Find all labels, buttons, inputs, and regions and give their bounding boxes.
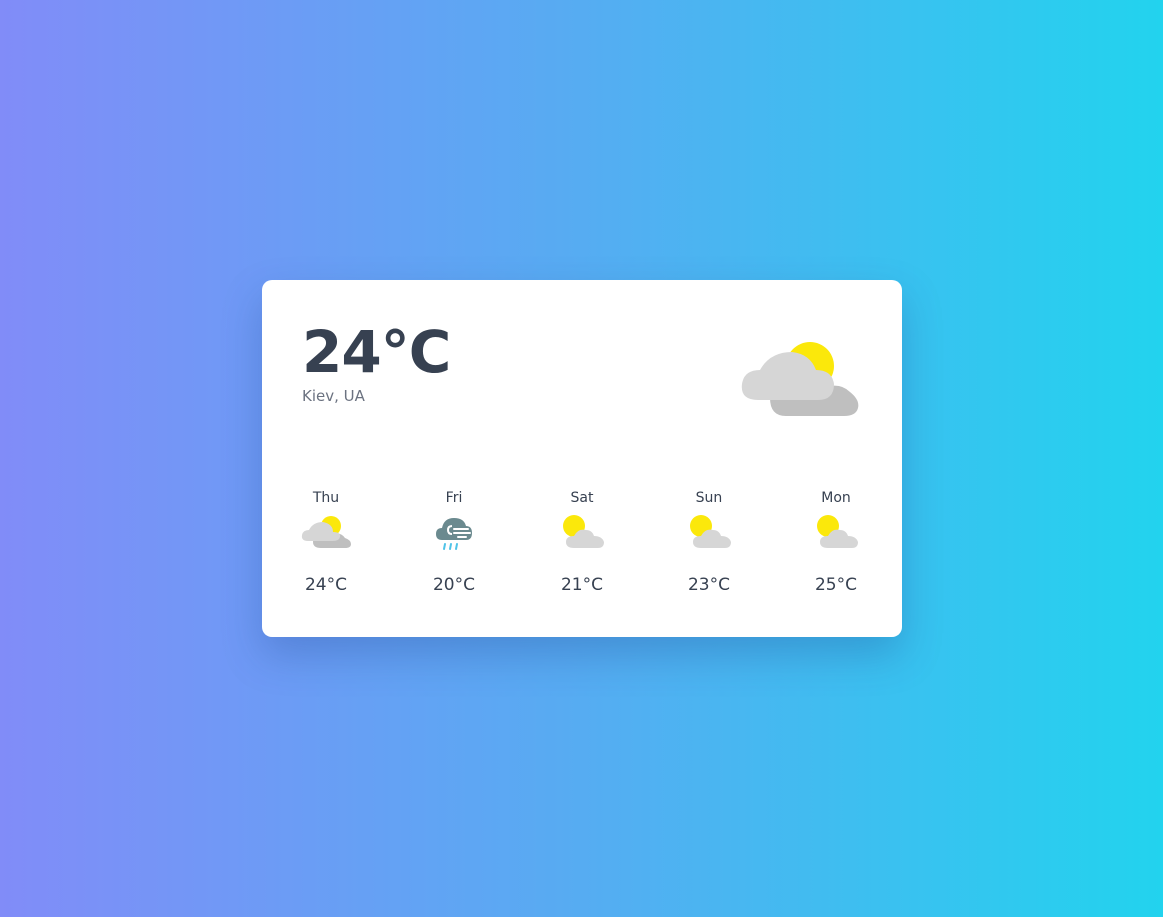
sun-cloud-icon bbox=[817, 515, 858, 548]
day-temperature: 23°C bbox=[687, 575, 730, 595]
weather-card: 24°C Kiev, UA Thu 24°C Fri 20°C Sat 21°C… bbox=[262, 280, 902, 637]
partly-cloudy-icon bbox=[741, 342, 859, 416]
day-name: Fri bbox=[445, 490, 463, 506]
forecast-day-fri: Fri 20°C bbox=[414, 488, 494, 598]
forecast-day-thu: Thu 24°C bbox=[286, 488, 366, 598]
day-name: Sun bbox=[695, 490, 723, 506]
current-temperature: 24°C bbox=[302, 318, 451, 386]
day-name: Thu bbox=[312, 490, 340, 506]
cloudy-sun-icon bbox=[301, 516, 351, 548]
day-name: Mon bbox=[821, 490, 851, 506]
day-temperature: 21°C bbox=[560, 575, 603, 595]
rain-wind-icon bbox=[436, 518, 472, 550]
sun-cloud-icon bbox=[690, 515, 731, 548]
day-name: Sat bbox=[570, 490, 594, 506]
day-temperature: 20°C bbox=[432, 575, 475, 595]
forecast-day-mon: Mon 25°C bbox=[796, 488, 876, 598]
location-label: Kiev, UA bbox=[302, 387, 365, 405]
forecast-row: Thu 24°C Fri 20°C Sat 21°C Sun 23°C Mon … bbox=[262, 488, 902, 598]
day-temperature: 24°C bbox=[304, 575, 347, 595]
forecast-day-sat: Sat 21°C bbox=[542, 488, 622, 598]
day-temperature: 25°C bbox=[814, 575, 857, 595]
forecast-day-sun: Sun 23°C bbox=[669, 488, 749, 598]
sun-cloud-icon bbox=[563, 515, 604, 548]
